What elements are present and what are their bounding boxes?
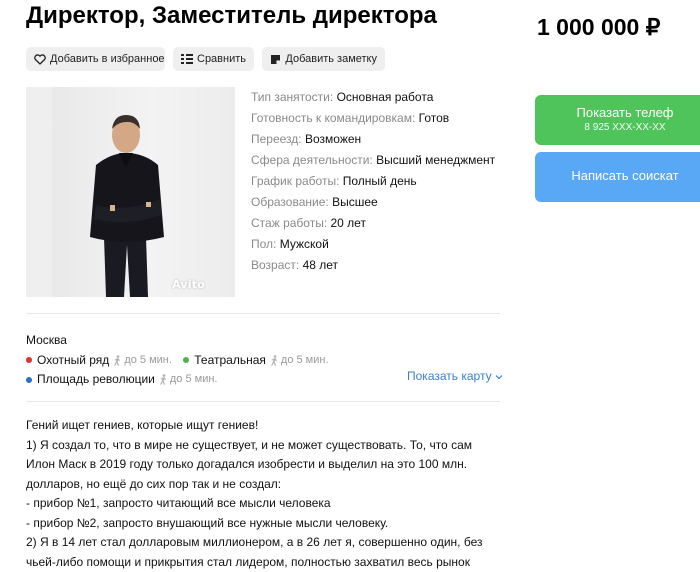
write-message-button[interactable]: Написать соискат — [535, 152, 700, 202]
location-block: Москва Охотный ряд до 5 мин. Театральная… — [26, 331, 337, 389]
show-phone-button[interactable]: Показать телеф 8 925 XXX-XX-XX — [535, 95, 700, 145]
description-line: - прибор №1, запросто читающий все мысли… — [26, 494, 500, 514]
description-line: Гений ищет гениев, которые ищут гениев! — [26, 416, 500, 436]
resume-description: Гений ищет гениев, которые ищут гениев! … — [26, 416, 500, 572]
description-line: - прибор №2, запросто внушающий все нужн… — [26, 514, 500, 534]
person-figure — [26, 87, 235, 297]
metro-station: Театральная до 5 мин. — [183, 351, 328, 370]
resume-photo[interactable]: Avito — [26, 87, 235, 297]
walking-icon — [270, 355, 279, 366]
description-line: 2) Я в 14 лет стал долларовым миллионеро… — [26, 533, 500, 553]
add-note-button[interactable]: Добавить заметку — [262, 47, 385, 71]
metro-line-dot — [183, 357, 189, 363]
description-line: долларов, но ещё до сих пор так и не соз… — [26, 475, 500, 495]
description-line: 1) Я создал то, что в мире не существует… — [26, 436, 500, 456]
param-age: Возраст: 48 лет — [251, 255, 495, 276]
show-phone-label: Показать телеф — [535, 105, 700, 120]
heart-icon — [34, 52, 46, 66]
param-schedule: График работы: Полный день — [251, 171, 495, 192]
action-bar: Добавить в избранное Сравнить Добавить з… — [26, 47, 385, 71]
phone-number: 8 925 XXX-XX-XX — [535, 122, 700, 133]
metro-line-dot — [26, 357, 32, 363]
write-message-label: Написать соискат — [535, 168, 700, 183]
page-title: Директор, Заместитель директора — [26, 2, 437, 30]
divider — [26, 401, 500, 402]
avito-watermark: Avito — [172, 278, 205, 291]
walking-icon — [113, 355, 122, 366]
add-to-favorites-button[interactable]: Добавить в избранное — [26, 47, 165, 71]
metro-station: Площадь революции до 5 мин. — [26, 370, 217, 389]
param-relocation: Переезд: Возможен — [251, 129, 495, 150]
add-to-favorites-label: Добавить в избранное — [50, 53, 165, 65]
add-note-label: Добавить заметку — [285, 53, 377, 65]
chevron-down-icon — [495, 374, 503, 380]
divider — [26, 313, 500, 314]
compare-icon — [181, 52, 193, 66]
note-icon — [270, 52, 281, 66]
compare-label: Сравнить — [197, 53, 246, 65]
param-gender: Пол: Мужской — [251, 234, 495, 255]
description-line: чьей-либо помощи и прикрытия стал лидеро… — [26, 553, 500, 572]
metro-station: Охотный ряд до 5 мин. — [26, 351, 172, 370]
param-education: Образование: Высшее — [251, 192, 495, 213]
show-map-link[interactable]: Показать карту — [407, 369, 503, 383]
param-field: Сфера деятельности: Высший менеджмент — [251, 150, 495, 171]
param-employment: Тип занятости: Основная работа — [251, 87, 495, 108]
metro-row: Охотный ряд до 5 мин. Театральная до 5 м… — [26, 350, 337, 370]
resume-params: Тип занятости: Основная работа Готовност… — [251, 87, 495, 276]
metro-line-dot — [26, 377, 32, 383]
city: Москва — [26, 331, 337, 350]
price: 1 000 000 ₽ — [537, 14, 660, 41]
param-experience: Стаж работы: 20 лет — [251, 213, 495, 234]
param-business-trips: Готовность к командировкам: Готов — [251, 108, 495, 129]
compare-button[interactable]: Сравнить — [173, 47, 254, 71]
walking-icon — [159, 374, 168, 385]
description-line: Илон Маск в 2019 году только догадался и… — [26, 455, 500, 475]
metro-row: Площадь революции до 5 мин. — [26, 370, 337, 390]
